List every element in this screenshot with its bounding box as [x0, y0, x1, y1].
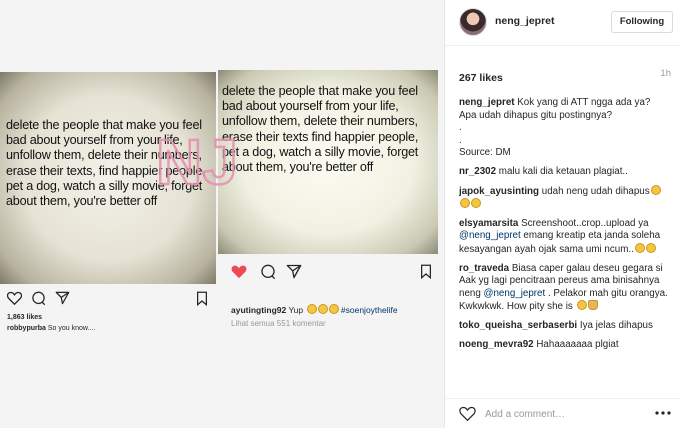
quote-text: delete the people that make you feel bad… [6, 118, 206, 209]
caption-text: Yup [288, 305, 304, 315]
quote-photo[interactable]: delete the people that make you feel bad… [218, 70, 438, 254]
action-bar [0, 284, 216, 314]
grin-emoji-icon [460, 198, 470, 209]
caption: robbypurba So you know.... [0, 325, 216, 332]
comments-list: neng_jepret Kok yang di ATT ngga ada ya?… [459, 97, 669, 387]
comment-icon[interactable] [260, 264, 276, 280]
like-count: 1,863 likes [7, 314, 43, 321]
original-post: delete the people that make you feel bad… [0, 72, 216, 332]
comment-username[interactable]: japok_ayusinting [459, 186, 539, 197]
add-comment-bar: Add a comment… [445, 398, 680, 428]
caption-line: Source: DM [459, 147, 511, 159]
view-comments-link[interactable]: Lihat semua 551 komentar [218, 319, 438, 328]
comment-username[interactable]: ro_traveda [459, 263, 509, 274]
comment-text: malu kali dia ketauan plagiat.. [498, 165, 628, 177]
post-header: neng_jepret Following [445, 0, 680, 46]
comment-username[interactable]: neng_jepret [459, 97, 515, 108]
avatar[interactable] [459, 8, 487, 36]
grin-emoji-icon [471, 198, 481, 209]
caption-text: So you know.... [47, 325, 96, 332]
caption: ayutingting92 Yup #soenjoythelife [218, 304, 438, 315]
comment-text: Hahaaaaaaa plgiat [536, 338, 619, 350]
heart-icon[interactable] [231, 264, 247, 279]
hashtag[interactable]: #soenjoythelife [341, 305, 398, 315]
mention-link[interactable]: @neng_jepret [459, 230, 521, 241]
comment-item: japok_ayusinting udah neng udah dihapus [459, 184, 669, 212]
header-username[interactable]: neng_jepret [495, 15, 555, 27]
comment-username[interactable]: toko_queisha_serbaserbi [459, 320, 577, 331]
comment-text: udah neng udah dihapus [541, 185, 650, 197]
comment-username[interactable]: nr_2302 [459, 166, 496, 177]
copied-post: delete the people that make you feel bad… [218, 70, 438, 328]
share-icon[interactable] [286, 264, 302, 279]
bookmark-icon[interactable] [420, 264, 432, 279]
comment-username[interactable]: noeng_mevra92 [459, 339, 534, 350]
comment-item: nr_2302 malu kali dia ketauan plagiat.. [459, 166, 669, 179]
comment-item: toko_queisha_serbaserbi Iya jelas dihapu… [459, 320, 669, 333]
caption-line: . [459, 134, 462, 146]
heart-icon[interactable] [459, 406, 476, 421]
likes-row: 267 likes 1h [459, 68, 671, 86]
likes-count[interactable]: 267 likes [459, 72, 503, 84]
grin-emoji-icon [650, 184, 661, 195]
grin-emoji-icon [634, 242, 645, 253]
comment-username[interactable]: elsyamarsita [459, 218, 518, 229]
more-options-icon[interactable] [655, 411, 671, 415]
caption-username[interactable]: robbypurba [7, 325, 46, 332]
comment-item: neng_jepret Kok yang di ATT ngga ada ya?… [459, 97, 669, 160]
post-image[interactable]: delete the people that make you feel bad… [0, 0, 444, 428]
bookmark-icon[interactable] [196, 291, 208, 306]
comment-item: noeng_mevra92 Hahaaaaaaa plgiat [459, 339, 669, 352]
post-panel: neng_jepret Following 267 likes 1h neng_… [444, 0, 680, 428]
mention-link[interactable]: @neng_jepret [484, 288, 546, 299]
comment-text: Screenshoot..crop..upload ya [521, 217, 649, 229]
comment-item: ro_traveda Biasa caper galau deseu gegar… [459, 263, 669, 314]
comment-icon[interactable] [31, 291, 46, 306]
share-icon[interactable] [55, 291, 70, 305]
caption-line: . [459, 122, 462, 134]
heart-icon[interactable] [7, 291, 22, 305]
time-ago: 1h [660, 68, 671, 79]
grin-emoji-icon [576, 300, 587, 311]
quote-text: delete the people that make you feel bad… [222, 84, 419, 175]
caption-username[interactable]: ayutingting92 [231, 305, 286, 315]
comment-text: Iya jelas dihapus [579, 319, 653, 331]
add-comment-input[interactable]: Add a comment… [485, 409, 565, 420]
thumb-emoji-icon [587, 300, 598, 311]
action-bar [218, 254, 438, 288]
wink-emoji-icon [317, 304, 328, 314]
quote-photo[interactable]: delete the people that make you feel bad… [0, 72, 216, 284]
grin-emoji-icon [328, 304, 339, 314]
grin-emoji-icon [645, 242, 656, 253]
comment-item: elsyamarsita Screenshoot..crop..upload y… [459, 218, 669, 257]
following-button[interactable]: Following [611, 11, 673, 33]
sunglasses-emoji-icon [306, 304, 317, 314]
